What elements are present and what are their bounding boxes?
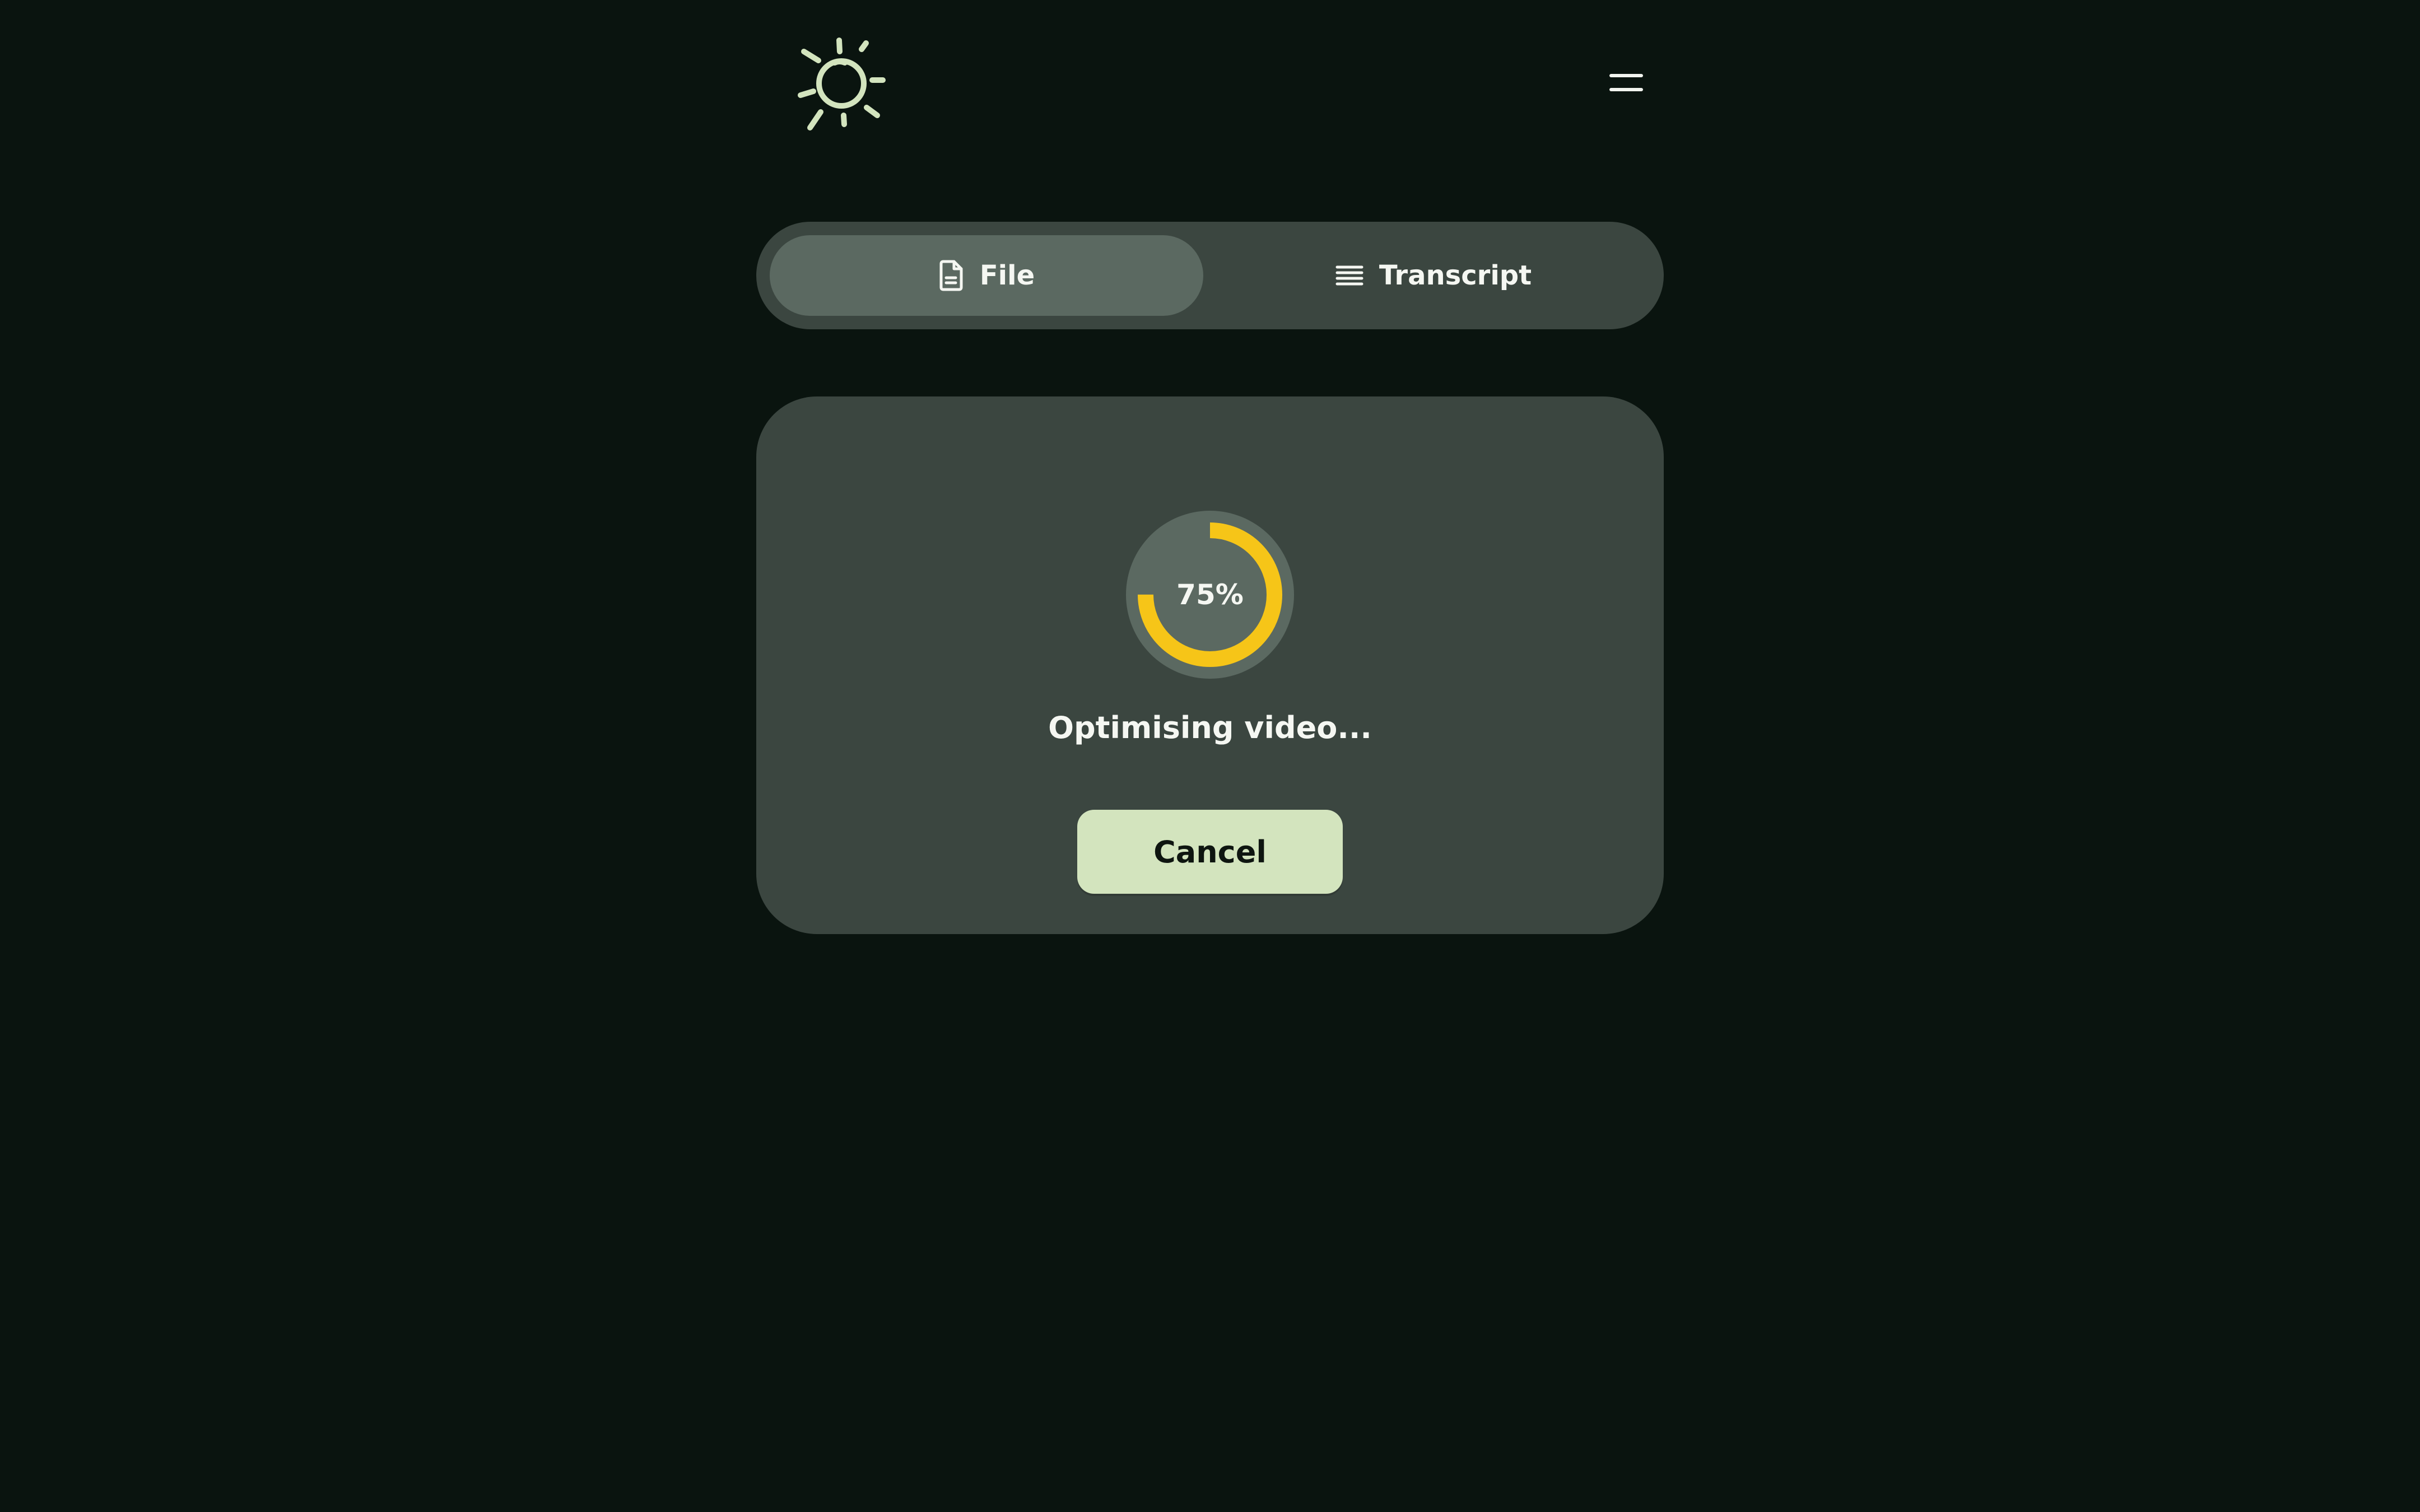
progress-percent: 75% <box>1176 578 1244 611</box>
hamburger-menu-icon-bar <box>1609 88 1643 91</box>
progress-card: 75% Optimising video... Cancel <box>756 396 1664 934</box>
hamburger-menu-icon <box>1609 74 1643 77</box>
cancel-button[interactable]: Cancel <box>1077 810 1343 894</box>
menu-button[interactable] <box>1601 67 1651 101</box>
lines-icon <box>1335 264 1363 287</box>
file-icon <box>938 259 964 292</box>
tab-transcript-label: Transcript <box>1379 260 1532 291</box>
status-text: Optimising video... <box>1048 710 1372 745</box>
sun-logo-icon <box>790 34 888 132</box>
tab-file-label: File <box>979 260 1035 291</box>
progress-ring: 75% <box>1126 511 1294 679</box>
tab-transcript[interactable]: Transcript <box>1217 235 1650 316</box>
mode-tabs: File Transcript <box>756 222 1664 329</box>
tab-file[interactable]: File <box>770 235 1203 316</box>
